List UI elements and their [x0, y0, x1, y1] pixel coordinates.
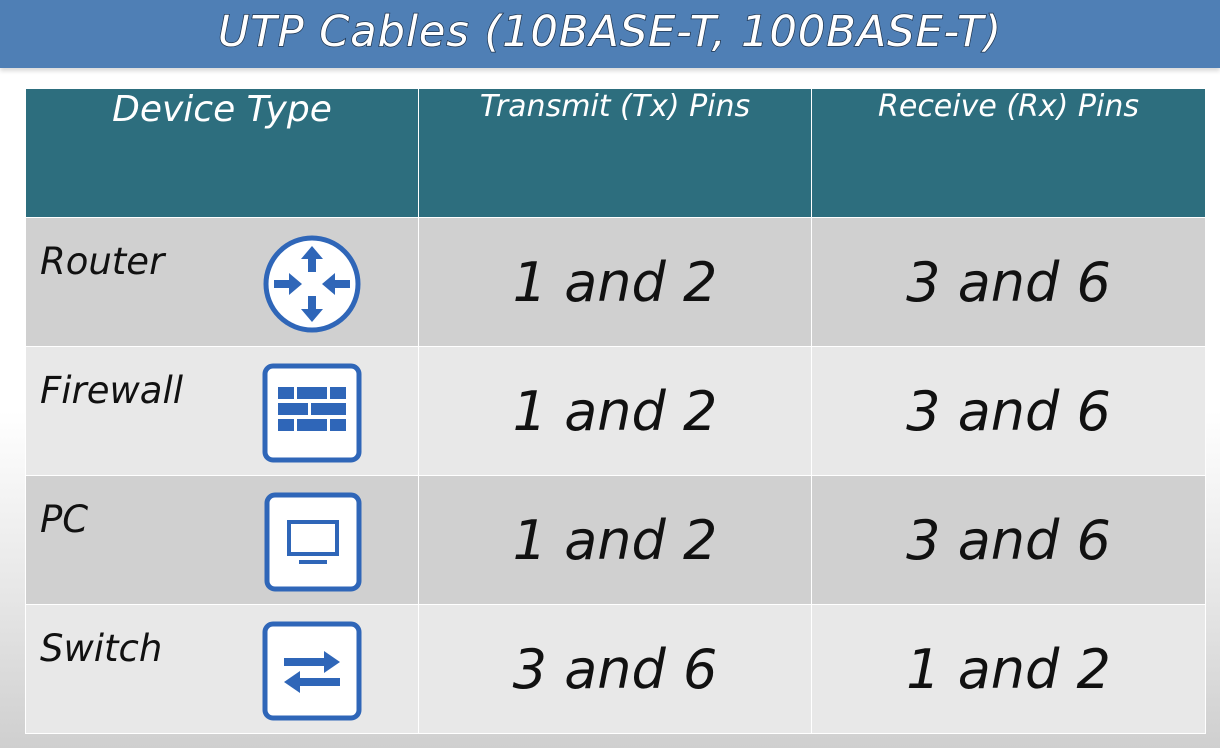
rx-pins-cell: 3 and 6 — [811, 346, 1206, 476]
device-label: PC — [40, 498, 89, 541]
header-device-type: Device Type — [25, 88, 419, 218]
rx-pins-cell: 3 and 6 — [811, 217, 1206, 347]
device-cell: Router — [25, 217, 419, 347]
pin-table: Device Type Transmit (Tx) Pins Receive (… — [25, 88, 1206, 734]
router-icon — [263, 235, 361, 333]
tx-pins-cell: 3 and 6 — [418, 604, 812, 734]
tx-pins-cell: 1 and 2 — [418, 475, 812, 605]
rx-pins-cell: 3 and 6 — [811, 475, 1206, 605]
device-label: Switch — [40, 627, 163, 670]
table-row: PC 1 and 2 3 and 6 — [25, 475, 1206, 605]
firewall-icon — [262, 363, 362, 463]
tx-pins-cell: 1 and 2 — [418, 217, 812, 347]
switch-icon — [262, 621, 362, 721]
rx-pins-cell: 1 and 2 — [811, 604, 1206, 734]
device-cell: PC — [25, 475, 419, 605]
device-cell: Firewall — [25, 346, 419, 476]
device-label: Firewall — [40, 369, 184, 412]
header-receive-pins: Receive (Rx) Pins — [811, 88, 1206, 218]
device-label: Router — [40, 240, 165, 283]
device-cell: Switch — [25, 604, 419, 734]
header-transmit-pins: Transmit (Tx) Pins — [418, 88, 812, 218]
table-row: Firewall 1 and 2 3 and 6 — [25, 346, 1206, 476]
tx-pins-cell: 1 and 2 — [418, 346, 812, 476]
title-bar: UTP Cables (10BASE-T, 100BASE-T) — [0, 0, 1220, 68]
table-row: Switch 3 and 6 1 and 2 — [25, 604, 1206, 734]
table-row: Router 1 and 2 3 and 6 — [25, 217, 1206, 347]
page-title: UTP Cables (10BASE-T, 100BASE-T) — [217, 6, 1003, 58]
pc-icon — [264, 492, 362, 592]
table-header-row: Device Type Transmit (Tx) Pins Receive (… — [25, 88, 1206, 218]
